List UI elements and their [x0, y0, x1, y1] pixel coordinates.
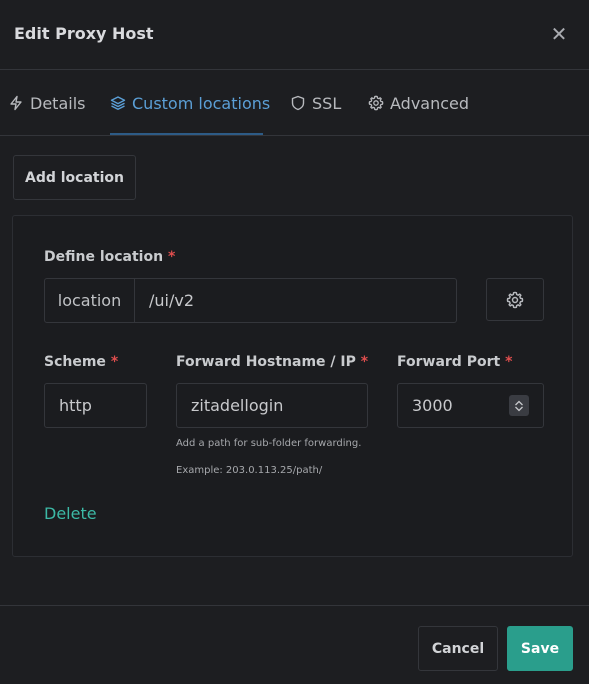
location-input-group: location /ui/v2: [44, 278, 457, 323]
location-prefix: location: [45, 279, 135, 322]
required-mark: *: [167, 249, 176, 265]
shield-icon: [291, 95, 305, 111]
save-button[interactable]: Save: [507, 626, 573, 671]
port-stepper[interactable]: [509, 395, 529, 416]
location-settings-button[interactable]: [486, 278, 544, 321]
tab-custom-locations-label: Custom locations: [132, 93, 271, 113]
forward-port-label-text: Forward Port: [397, 354, 501, 370]
active-tab-indicator: [110, 133, 263, 135]
delete-location-link[interactable]: Delete: [44, 504, 97, 523]
hostname-example-text: Example: 203.0.113.25/path/: [176, 465, 323, 476]
forward-hostname-label-text: Forward Hostname / IP: [176, 354, 356, 370]
modal-footer: Cancel Save: [0, 605, 589, 684]
scheme-label-text: Scheme: [44, 354, 106, 370]
scheme-value: http: [59, 396, 92, 415]
layers-icon: [110, 96, 126, 110]
tab-details[interactable]: Details: [8, 92, 85, 114]
modal-title: Edit Proxy Host: [14, 24, 154, 43]
tab-ssl[interactable]: SSL: [290, 92, 341, 114]
required-mark: *: [360, 354, 369, 370]
tab-advanced-label: Advanced: [390, 93, 470, 113]
tab-ssl-label: SSL: [312, 93, 342, 113]
scheme-input[interactable]: http: [44, 383, 147, 428]
close-icon[interactable]: ✕: [548, 22, 570, 46]
forward-port-input[interactable]: 3000: [397, 383, 544, 428]
location-path-input[interactable]: /ui/v2: [135, 279, 456, 322]
forward-hostname-label: Forward Hostname / IP *: [176, 354, 368, 370]
modal-header: Edit Proxy Host ✕: [0, 0, 589, 70]
tab-advanced[interactable]: Advanced: [368, 92, 469, 114]
forward-hostname-value: zitadellogin: [191, 396, 284, 415]
scheme-label: Scheme *: [44, 354, 118, 370]
location-card: Define location * location /ui/v2 Scheme…: [12, 215, 573, 557]
add-location-button[interactable]: Add location: [13, 155, 136, 200]
required-mark: *: [110, 354, 119, 370]
forward-hostname-input[interactable]: zitadellogin: [176, 383, 368, 428]
required-mark: *: [505, 354, 513, 370]
define-location-label: Define location *: [44, 249, 175, 265]
lightning-icon: [10, 95, 22, 111]
forward-port-value: 3000: [412, 396, 453, 415]
edit-proxy-host-modal: Edit Proxy Host ✕ Details Custom locatio…: [0, 0, 589, 684]
define-location-text: Define location: [44, 249, 164, 265]
hostname-help-text: Add a path for sub-folder forwarding.: [176, 438, 362, 449]
chevron-down-icon: [515, 406, 523, 411]
gear-icon: [368, 95, 384, 111]
forward-port-label: Forward Port *: [397, 354, 512, 370]
cancel-button[interactable]: Cancel: [418, 626, 498, 671]
gear-icon: [506, 291, 524, 308]
tab-custom-locations[interactable]: Custom locations: [110, 92, 270, 114]
tab-bar: Details Custom locations SSL Advanced: [0, 70, 589, 136]
tab-details-label: Details: [30, 93, 86, 113]
